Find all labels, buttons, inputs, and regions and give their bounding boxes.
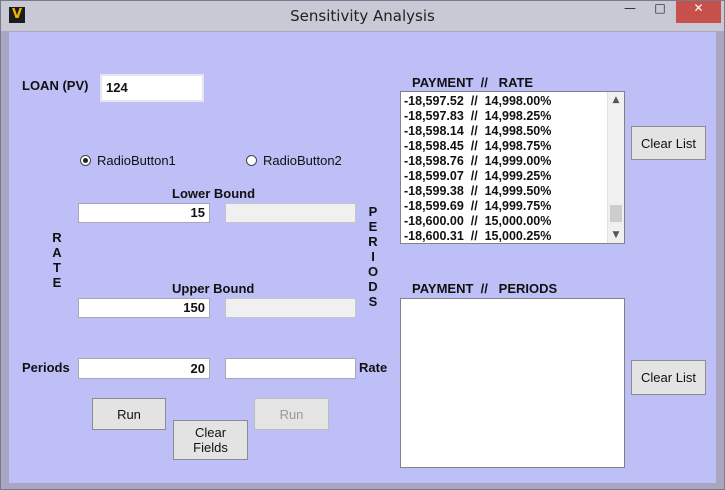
list-item[interactable]: -18,598.14 // 14,998.50% [401, 124, 624, 139]
run-periods-button: Run [254, 398, 329, 430]
rate-vertical-label: R A T E [52, 230, 62, 290]
scroll-down-arrow-icon[interactable]: ▼ [608, 227, 624, 243]
list-item[interactable]: -18,597.52 // 14,998.00% [401, 94, 624, 109]
list-item[interactable]: -18,599.69 // 14,999.75% [401, 199, 624, 214]
upper-bound-label: Upper Bound [172, 281, 255, 296]
radio-button-1[interactable]: RadioButton1 [80, 153, 176, 168]
payment-rate-header: PAYMENT // RATE [412, 75, 534, 90]
list-item[interactable]: -18,597.83 // 14,998.25% [401, 109, 624, 124]
loan-label: LOAN (PV) [22, 78, 89, 93]
radio-1-label: RadioButton1 [97, 153, 176, 168]
list-item[interactable]: -18,600.00 // 15,000.00% [401, 214, 624, 229]
scroll-up-arrow-icon[interactable]: ▲ [608, 92, 624, 108]
form-client-area: LOAN (PV) 124 RadioButton1 RadioButton2 … [9, 32, 716, 483]
payment-rate-listbox[interactable]: -18,597.52 // 14,998.00% -18,597.83 // 1… [400, 91, 625, 244]
list-item[interactable]: -18,598.76 // 14,999.00% [401, 154, 624, 169]
upper-bound-rate-input[interactable]: 150 [78, 298, 210, 318]
payment-rate-scrollbar[interactable]: ▲ ▼ [607, 92, 624, 243]
radio-button-2[interactable]: RadioButton2 [246, 153, 342, 168]
payment-rate-rows: -18,597.52 // 14,998.00% -18,597.83 // 1… [401, 92, 624, 243]
run-button[interactable]: Run [92, 398, 166, 430]
radio-1-indicator [80, 155, 91, 166]
rate-label: Rate [359, 360, 388, 375]
list-item[interactable]: -18,600.31 // 15,000.25% [401, 229, 624, 243]
lower-bound-label: Lower Bound [172, 186, 256, 201]
periods-input[interactable]: 20 [78, 358, 210, 379]
radio-2-indicator [246, 155, 257, 166]
periods-label: Periods [22, 360, 70, 375]
close-icon[interactable]: ✕ [676, 1, 721, 23]
upper-bound-periods-input [225, 298, 356, 318]
clear-list-bottom-button[interactable]: Clear List [631, 360, 706, 395]
loan-input[interactable]: 124 [100, 74, 204, 102]
title-bar[interactable]: V Sensitivity Analysis — □ ✕ [1, 1, 724, 31]
list-item[interactable]: -18,598.45 // 14,998.75% [401, 139, 624, 154]
clear-fields-button[interactable]: Clear Fields [173, 420, 248, 460]
scroll-thumb[interactable] [610, 205, 622, 222]
clear-list-top-button[interactable]: Clear List [631, 126, 706, 160]
payment-periods-listbox[interactable] [400, 298, 625, 468]
maximize-icon[interactable]: □ [645, 1, 675, 23]
lower-bound-periods-input [225, 203, 356, 223]
app-window: V Sensitivity Analysis — □ ✕ LOAN (PV) 1… [0, 0, 725, 490]
payment-periods-header: PAYMENT // PERIODS [412, 281, 558, 296]
periods-vertical-label: P E R I O D S [367, 204, 379, 309]
rate-input[interactable] [225, 358, 356, 379]
lower-bound-rate-input[interactable]: 15 [78, 203, 210, 223]
radio-2-label: RadioButton2 [263, 153, 342, 168]
list-item[interactable]: -18,599.07 // 14,999.25% [401, 169, 624, 184]
list-item[interactable]: -18,599.38 // 14,999.50% [401, 184, 624, 199]
minimize-icon[interactable]: — [615, 1, 645, 23]
